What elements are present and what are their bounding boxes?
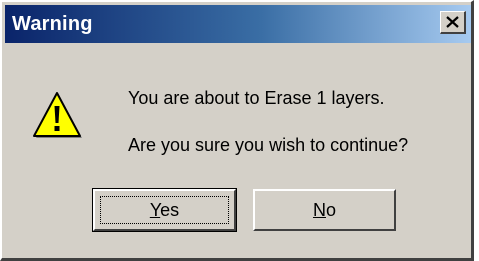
no-button[interactable]: No — [253, 189, 396, 231]
yes-label-rest: es — [160, 200, 180, 220]
title-bar[interactable]: Warning — [5, 5, 471, 43]
yes-mnemonic: Y — [149, 200, 161, 220]
yes-button-label: Yes — [150, 200, 179, 220]
close-button[interactable] — [440, 11, 466, 34]
yes-button[interactable]: Yes — [92, 188, 237, 232]
warning-dialog: Warning You are about to Erase 1 layers.… — [0, 0, 474, 261]
no-label-rest: o — [325, 200, 336, 220]
warning-icon — [33, 92, 82, 138]
close-icon — [446, 16, 459, 28]
message-line-2: Are you sure you wish to continue? — [128, 135, 409, 155]
dialog-title: Warning — [12, 13, 93, 35]
no-button-label: No — [313, 200, 336, 220]
message-line-1: You are about to Erase 1 layers. — [128, 88, 385, 108]
no-mnemonic: N — [312, 200, 326, 220]
